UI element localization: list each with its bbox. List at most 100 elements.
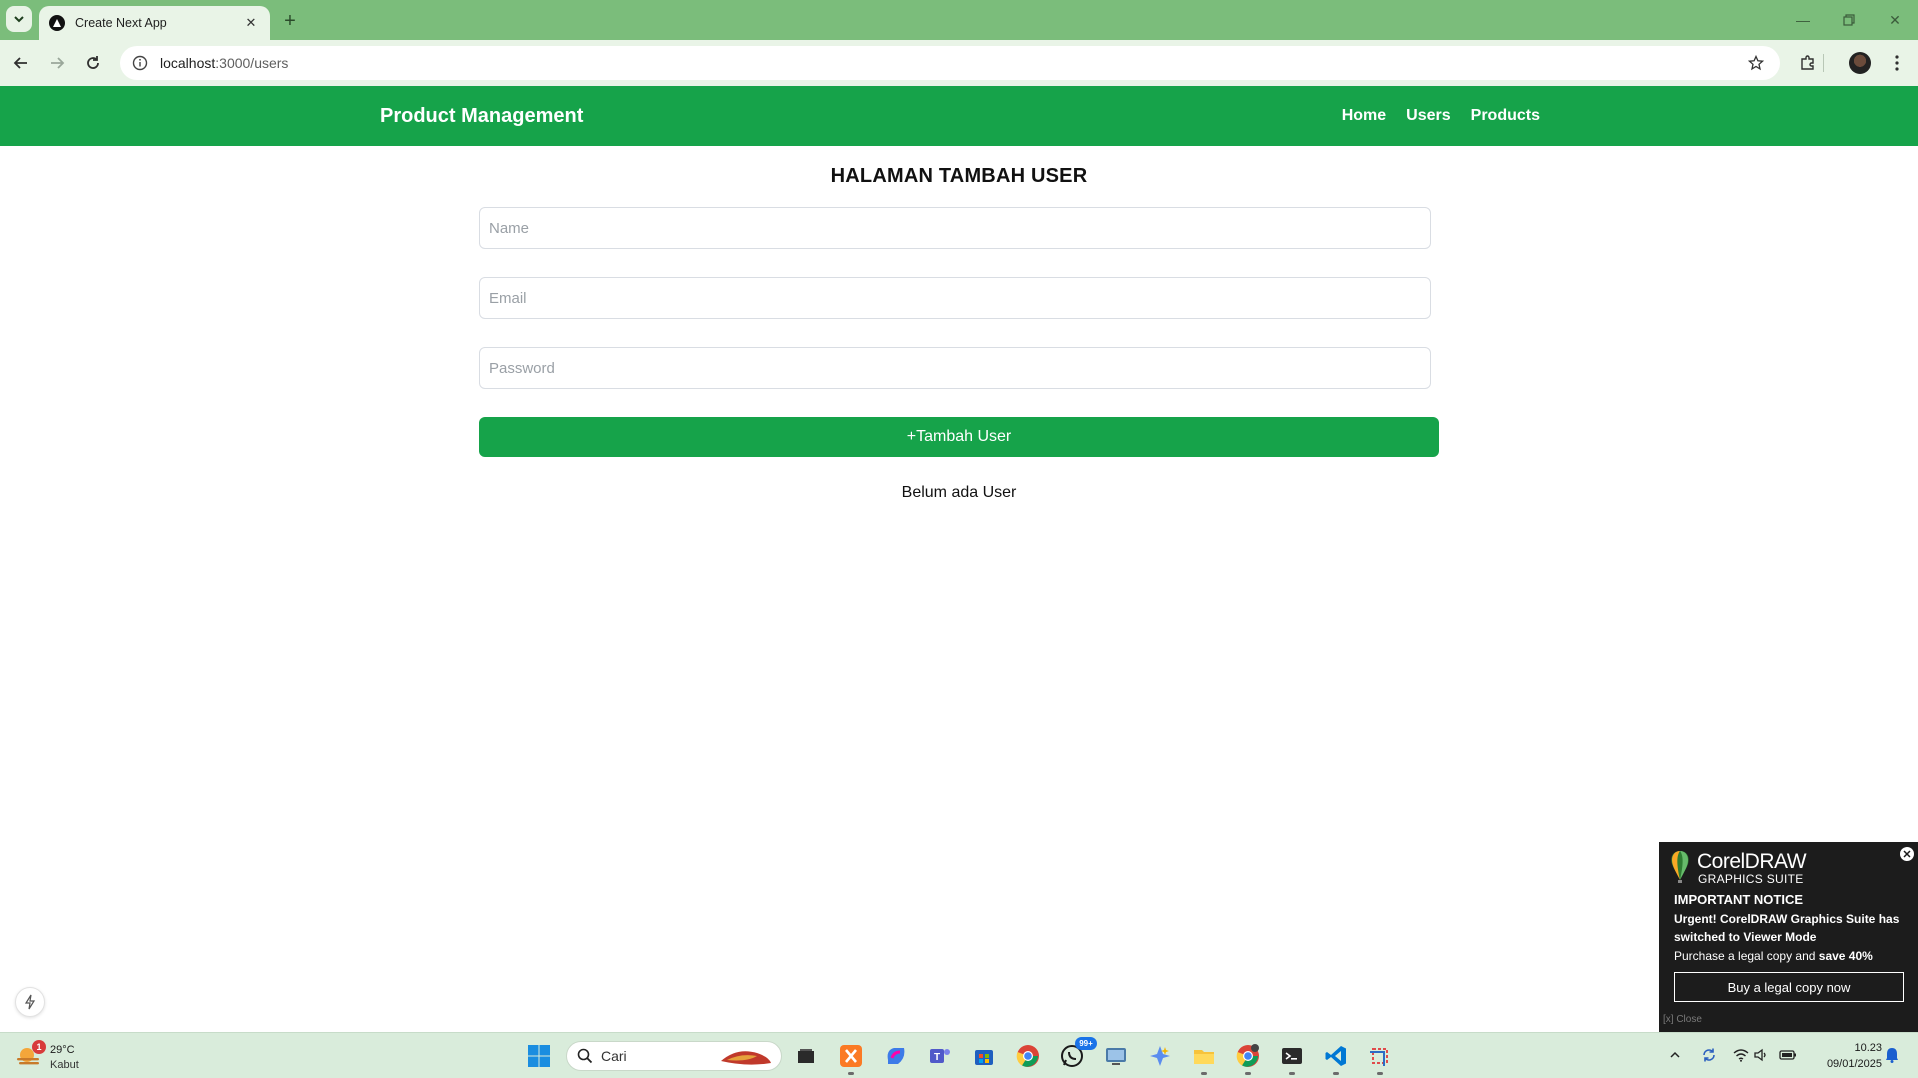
weather-alert-badge: 1 [32,1040,46,1054]
popup-brand: CorelDRAW [1697,850,1807,873]
folder-icon [1194,1050,1214,1064]
avatar [1849,52,1871,74]
next-dev-indicator[interactable] [15,987,45,1017]
running-indicator [1201,1072,1207,1075]
clock-date: 09/01/2025 [1826,1058,1882,1070]
battery-charging-icon [1779,1050,1796,1060]
nav-link-users[interactable]: Users [1406,107,1450,125]
browser-toolbar: localhost:3000/users [0,40,1918,86]
weather-temperature: 29°C [50,1044,75,1056]
name-input[interactable] [479,207,1431,249]
nextjs-favicon-icon [49,15,65,31]
volume-tray-icon[interactable] [1751,1045,1771,1065]
app-navbar: Product Management Home Users Products [0,86,1918,146]
vscode-icon [1325,1046,1346,1066]
taskbar-app-vscode[interactable] [1321,1041,1351,1075]
forward-button[interactable] [42,48,72,78]
taskview-button[interactable] [791,1041,821,1071]
profile-button[interactable] [1845,48,1875,78]
site-info-icon[interactable] [130,53,150,73]
xampp-icon [840,1045,862,1067]
close-window-button[interactable]: ✕ [1880,10,1910,30]
taskview-icon [798,1049,814,1063]
popup-close-icon[interactable]: ✕ [1900,847,1914,861]
screen: Create Next App ✕ + — ✕ localhost:3000/u… [0,0,1918,1078]
windows-taskbar: 1 29°C Kabut Cari T 99+ 10.23 09/01/2025 [0,1032,1918,1078]
taskbar-app-snipping[interactable] [1365,1041,1395,1075]
snipping-tool-icon [1370,1048,1388,1066]
start-button[interactable] [524,1041,554,1071]
taskbar-app-chrome[interactable] [1013,1041,1043,1071]
taskbar-search[interactable]: Cari [566,1041,782,1071]
toolbar-divider [1818,48,1828,78]
taskbar-app-file-explorer[interactable] [1189,1041,1219,1075]
popup-close-link[interactable]: [x] Close [1663,1014,1702,1025]
reload-button[interactable] [78,48,108,78]
sparkle-app-icon [1150,1046,1170,1066]
taskbar-app-teams[interactable]: T [925,1041,955,1071]
restore-icon [1843,14,1855,26]
chrome-icon [1016,1045,1039,1067]
new-tab-button[interactable]: + [278,9,302,33]
tab-close-icon[interactable]: ✕ [242,14,260,32]
speaker-icon [1754,1048,1766,1062]
lightning-icon [24,994,36,1010]
search-highlight-image-icon [721,1051,771,1065]
taskbar-app-chrome-profile[interactable] [1233,1041,1263,1075]
browser-menu-button[interactable] [1882,48,1912,78]
sync-icon [1703,1048,1715,1062]
taskbar-app-whatsapp[interactable]: 99+ [1057,1037,1097,1071]
coreldraw-notice-popup: ✕ CorelDRAW GRAPHICS SUITE IMPORTANT NOT… [1659,842,1918,1032]
tab-search-button[interactable] [6,6,32,32]
battery-tray-icon[interactable] [1778,1045,1798,1065]
popup-purchase-text: Purchase a legal copy and save 40% [1674,949,1873,963]
nav-link-home[interactable]: Home [1342,107,1386,125]
running-indicator [848,1072,854,1075]
url-text: localhost:3000/users [160,55,289,71]
tab-title: Create Next App [75,16,167,30]
terminal-icon [1282,1048,1302,1064]
taskbar-app-xampp[interactable] [836,1041,866,1075]
teams-icon: T [930,1049,950,1063]
email-input[interactable] [479,277,1431,319]
chevron-down-icon [14,16,24,23]
weather-widget[interactable]: 1 29°C Kabut [16,1040,96,1074]
browser-tab-active[interactable]: Create Next App ✕ [39,6,270,40]
address-bar[interactable]: localhost:3000/users [120,46,1780,80]
empty-users-message: Belum ada User [901,484,1017,501]
taskbar-app-store[interactable] [969,1041,999,1071]
browser-tabstrip: Create Next App ✕ + — ✕ [0,0,1918,40]
minimize-button[interactable]: — [1788,10,1818,30]
bookmark-star-icon[interactable] [1746,53,1766,73]
restore-button[interactable] [1834,10,1864,30]
page-title: HALAMAN TAMBAH USER [830,165,1088,187]
taskbar-app-copilot[interactable] [881,1041,911,1071]
search-placeholder: Cari [601,1048,627,1064]
sync-tray-icon[interactable] [1699,1045,1719,1065]
network-tray-icon[interactable] [1731,1045,1751,1065]
clock-time: 10.23 [1854,1042,1882,1054]
show-hidden-icons-button[interactable] [1665,1045,1685,1065]
running-indicator [1245,1072,1251,1075]
search-icon [577,1048,593,1064]
reload-icon [87,56,99,69]
taskbar-app-remote[interactable] [1101,1041,1131,1071]
weather-condition: Kabut [50,1059,79,1071]
add-user-button[interactable]: +Tambah User [479,417,1439,457]
password-input[interactable] [479,347,1431,389]
buy-legal-copy-button[interactable]: Buy a legal copy now [1674,972,1904,1002]
nav-link-products[interactable]: Products [1471,107,1540,125]
windows-logo-icon [528,1045,550,1067]
running-indicator [1333,1072,1339,1075]
bell-icon [1886,1048,1898,1063]
popup-notice-heading: IMPORTANT NOTICE [1674,892,1804,907]
taskbar-app-terminal[interactable] [1277,1041,1307,1075]
notifications-button[interactable] [1882,1045,1902,1065]
arrow-right-icon [51,57,65,69]
kebab-menu-icon [1895,55,1899,71]
taskbar-clock[interactable]: 10.23 09/01/2025 [1800,1040,1882,1072]
back-button[interactable] [6,48,36,78]
taskbar-app-gemini[interactable] [1145,1041,1175,1071]
app-brand[interactable]: Product Management [380,86,583,146]
copilot-icon [887,1048,905,1064]
